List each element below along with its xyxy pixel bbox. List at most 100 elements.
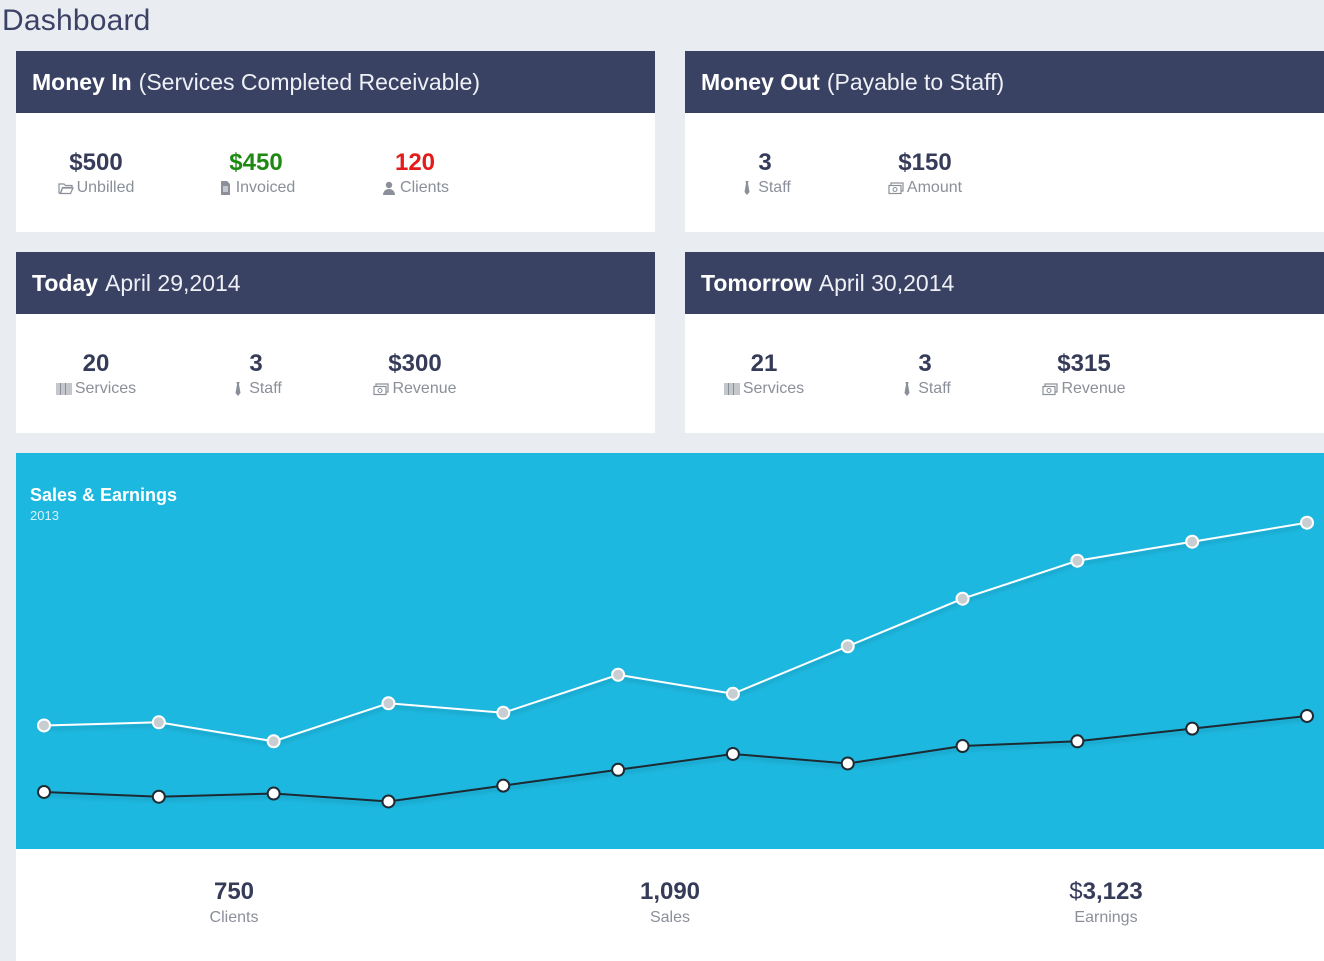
- today-revenue-label: Revenue: [392, 380, 457, 397]
- series-1-point[interactable]: [37, 718, 51, 733]
- amount-stat[interactable]: $150 Amount: [845, 148, 1005, 198]
- series-1-point[interactable]: [725, 686, 740, 701]
- chart-canvas: [37, 515, 1314, 809]
- tomorrow-services-value: 21: [750, 350, 778, 377]
- series-2-point[interactable]: [266, 786, 281, 801]
- series-2-point[interactable]: [151, 789, 166, 804]
- tie-icon: [235, 382, 241, 396]
- chart-subtitle: 2013: [30, 508, 59, 523]
- summary-earnings[interactable]: $3,123 Earnings: [1006, 877, 1206, 929]
- summary-clients-label: Clients: [209, 909, 259, 926]
- series-1-point[interactable]: [955, 591, 970, 606]
- summary-panel: 750 Clients 1,090 Sales $3,123 Earnings: [16, 849, 1324, 961]
- money-icon: [888, 182, 904, 195]
- money-out-header: Money Out (Payable to Staff): [685, 51, 1324, 113]
- staff-stat[interactable]: 3 Staff: [685, 148, 845, 198]
- clients-stat[interactable]: 120 Clients: [335, 148, 495, 198]
- money-out-title: Money Out: [701, 68, 820, 95]
- tomorrow-header: Tomorrow April 30,2014: [685, 252, 1324, 314]
- tomorrow-staff-label: Staff: [918, 380, 951, 397]
- money-in-panel: Money In (Services Completed Receivable)…: [16, 51, 655, 232]
- series-2-point[interactable]: [37, 784, 51, 799]
- staff-label: Staff: [758, 179, 791, 196]
- invoiced-stat[interactable]: $450 Invoiced: [176, 148, 336, 198]
- series-1-point[interactable]: [611, 667, 626, 682]
- series-2-point[interactable]: [611, 762, 626, 777]
- money-icon: [1042, 383, 1059, 396]
- document-icon: [220, 181, 230, 195]
- chart-title: Sales & Earnings: [30, 485, 178, 505]
- tomorrow-revenue-value: $315: [1057, 350, 1111, 377]
- summary-clients[interactable]: 750 Clients: [134, 877, 334, 929]
- tomorrow-staff-value: 3: [918, 350, 932, 377]
- today-staff-value: 3: [249, 350, 263, 377]
- tomorrow-services-stat[interactable]: 21 Services: [684, 349, 844, 399]
- today-services-label: Services: [74, 380, 137, 397]
- series-2-point[interactable]: [1300, 708, 1314, 723]
- today-services-stat[interactable]: 20 Services: [16, 349, 176, 399]
- series-2-point[interactable]: [725, 746, 740, 761]
- series-2-point[interactable]: [1185, 721, 1200, 736]
- page-title: Dashboard: [2, 4, 151, 37]
- barcode-icon: [56, 383, 72, 395]
- today-header: Today April 29,2014: [16, 252, 655, 314]
- money-in-subtitle: (Services Completed Receivable): [138, 68, 480, 95]
- today-services-value: 20: [82, 350, 110, 377]
- tie-icon: [904, 382, 910, 396]
- clients-value: 120: [394, 149, 436, 176]
- series-1-line: [43, 521, 1308, 743]
- series-2-point[interactable]: [1070, 734, 1085, 749]
- tomorrow-revenue-stat[interactable]: $315 Revenue: [1004, 349, 1164, 399]
- unbilled-label: Unbilled: [76, 179, 135, 196]
- series-2-point[interactable]: [496, 778, 511, 793]
- tomorrow-staff-stat[interactable]: 3 Staff: [845, 349, 1005, 399]
- series-1-point[interactable]: [151, 715, 166, 730]
- amount-label: Amount: [906, 179, 963, 196]
- clients-label: Clients: [400, 179, 449, 196]
- tie-icon: [744, 181, 750, 195]
- series-1-point[interactable]: [840, 639, 855, 654]
- staff-value: 3: [758, 149, 772, 176]
- series-1-point[interactable]: [1070, 553, 1085, 568]
- today-revenue-value: $300: [388, 350, 442, 377]
- currency-symbol: $: [1069, 878, 1083, 905]
- user-icon: [383, 181, 396, 195]
- money-in-header: Money In (Services Completed Receivable): [16, 51, 655, 113]
- tomorrow-title: Tomorrow: [701, 269, 812, 296]
- money-out-subtitle: (Payable to Staff): [826, 68, 1005, 95]
- invoiced-value: $450: [229, 149, 283, 176]
- series-1-point[interactable]: [1185, 534, 1200, 549]
- tomorrow-date: April 30,2014: [818, 269, 955, 296]
- summary-clients-value: 750: [213, 878, 255, 905]
- tomorrow-revenue-label: Revenue: [1061, 380, 1126, 397]
- series-2-line: [43, 714, 1308, 803]
- summary-sales-label: Sales: [649, 909, 691, 926]
- today-revenue-stat[interactable]: $300 Revenue: [335, 349, 495, 399]
- today-staff-label: Staff: [249, 380, 282, 397]
- series-2: [37, 708, 1314, 809]
- summary-earnings-label: Earnings: [1074, 909, 1138, 926]
- series-2-point[interactable]: [840, 756, 855, 771]
- series-1-point[interactable]: [1300, 515, 1314, 530]
- series-1-point[interactable]: [266, 734, 281, 749]
- today-date: April 29,2014: [105, 269, 241, 296]
- money-icon: [373, 383, 390, 396]
- tomorrow-services-label: Services: [742, 380, 805, 397]
- series-2-point[interactable]: [955, 739, 970, 754]
- today-title: Today: [32, 269, 99, 296]
- money-in-title: Money In: [32, 68, 132, 95]
- invoiced-label: Invoiced: [235, 179, 296, 196]
- summary-earnings-value: 3,123: [1082, 878, 1143, 905]
- series-2-point[interactable]: [381, 794, 396, 809]
- series-1: [37, 515, 1314, 749]
- series-1-point[interactable]: [496, 705, 511, 720]
- barcode-icon: [724, 383, 740, 395]
- unbilled-stat[interactable]: $500 Unbilled: [16, 148, 176, 198]
- summary-sales[interactable]: 1,090 Sales: [570, 877, 770, 929]
- tomorrow-panel: Tomorrow April 30,2014 21 Services 3 Sta…: [685, 252, 1324, 433]
- today-panel: Today April 29,2014 20 Services 3 Staff …: [16, 252, 655, 433]
- amount-value: $150: [898, 149, 952, 176]
- series-1-point[interactable]: [381, 696, 396, 711]
- today-staff-stat[interactable]: 3 Staff: [176, 349, 336, 399]
- unbilled-value: $500: [69, 149, 123, 176]
